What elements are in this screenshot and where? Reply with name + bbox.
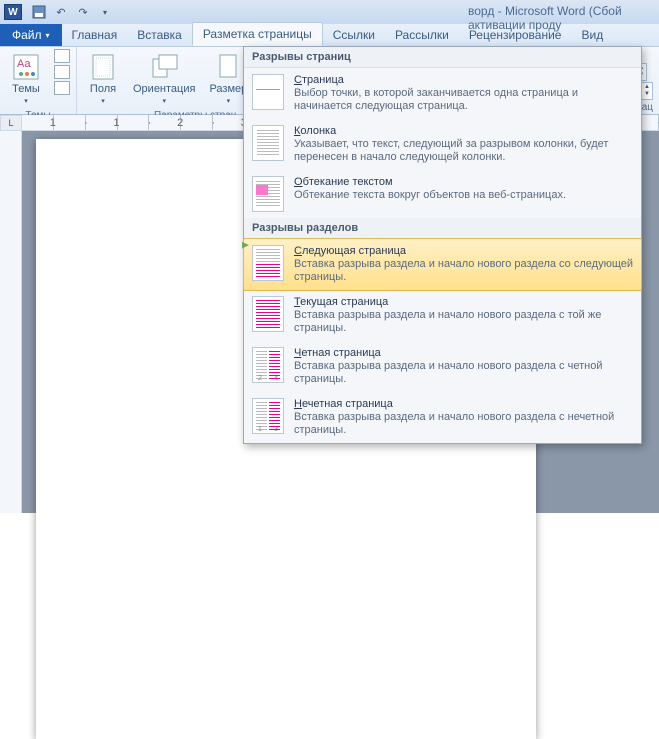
break-column-item[interactable]: КолонкаУказывает, что текст, следующий з…: [244, 119, 641, 170]
break-even-page-item[interactable]: 24 Четная страницаВставка разрыва раздел…: [244, 341, 641, 392]
themes-icon: Aa: [10, 51, 42, 83]
quick-access-toolbar: ↶ ↷ ▾: [30, 3, 114, 21]
tab-references[interactable]: Ссылки: [323, 24, 385, 46]
margins-icon: [87, 51, 119, 83]
file-tab[interactable]: Файл: [0, 24, 62, 46]
themes-options: [54, 49, 70, 95]
break-next-page-icon: [252, 245, 284, 281]
redo-icon[interactable]: ↷: [74, 3, 92, 21]
themes-button[interactable]: Aa Темы▾: [6, 49, 46, 109]
ribbon-group-themes: Aa Темы▾ Темы: [0, 47, 77, 114]
break-page-icon: [252, 74, 284, 110]
size-icon: [212, 51, 244, 83]
tab-page-layout[interactable]: Разметка страницы: [192, 22, 323, 46]
spin-down-icon[interactable]: ▼: [641, 91, 652, 98]
orientation-button[interactable]: Ориентация▾: [129, 49, 199, 109]
dropdown-section-section-breaks: Разрывы разделов: [244, 218, 641, 239]
spin-up-icon[interactable]: ▲: [641, 84, 652, 91]
qat-dropdown-icon[interactable]: ▾: [96, 3, 114, 21]
save-icon[interactable]: [30, 3, 48, 21]
breaks-dropdown: Разрывы страниц СтраницаВыбор точки, в к…: [243, 46, 642, 444]
tab-home[interactable]: Главная: [62, 24, 128, 46]
theme-effects-button[interactable]: [54, 81, 70, 95]
titlebar: W ↶ ↷ ▾ ворд - Microsoft Word (Сбой акти…: [0, 0, 659, 24]
tab-insert[interactable]: Вставка: [127, 24, 192, 46]
break-wrap-icon: [252, 176, 284, 212]
tab-mailings[interactable]: Рассылки: [385, 24, 459, 46]
break-even-page-icon: 24: [252, 347, 284, 383]
theme-colors-button[interactable]: [54, 49, 70, 63]
break-odd-page-icon: 13: [252, 398, 284, 434]
window-title: ворд - Microsoft Word (Сбой активации пр…: [468, 4, 659, 32]
app-icon: W: [4, 4, 22, 20]
vertical-ruler[interactable]: [0, 131, 22, 513]
pointer-icon: ▶: [242, 240, 249, 251]
break-next-page-item[interactable]: ▶ Следующая страницаВставка разрыва разд…: [243, 238, 642, 291]
theme-fonts-button[interactable]: [54, 65, 70, 79]
dropdown-section-page-breaks: Разрывы страниц: [244, 47, 641, 68]
ruler-corner[interactable]: L: [0, 115, 22, 131]
margins-button[interactable]: Поля▾: [83, 49, 123, 109]
break-wrap-item[interactable]: Обтекание текстомОбтекание текста вокруг…: [244, 170, 641, 218]
break-continuous-icon: [252, 296, 284, 332]
break-column-icon: [252, 125, 284, 161]
undo-icon[interactable]: ↶: [52, 3, 70, 21]
break-continuous-item[interactable]: Текущая страницаВставка разрыва раздела …: [244, 290, 641, 341]
svg-text:Aa: Aa: [17, 58, 31, 70]
orientation-icon: [148, 51, 180, 83]
break-odd-page-item[interactable]: 13 Нечетная страницаВставка разрыва разд…: [244, 392, 641, 443]
break-page-item[interactable]: СтраницаВыбор точки, в которой заканчива…: [244, 68, 641, 119]
